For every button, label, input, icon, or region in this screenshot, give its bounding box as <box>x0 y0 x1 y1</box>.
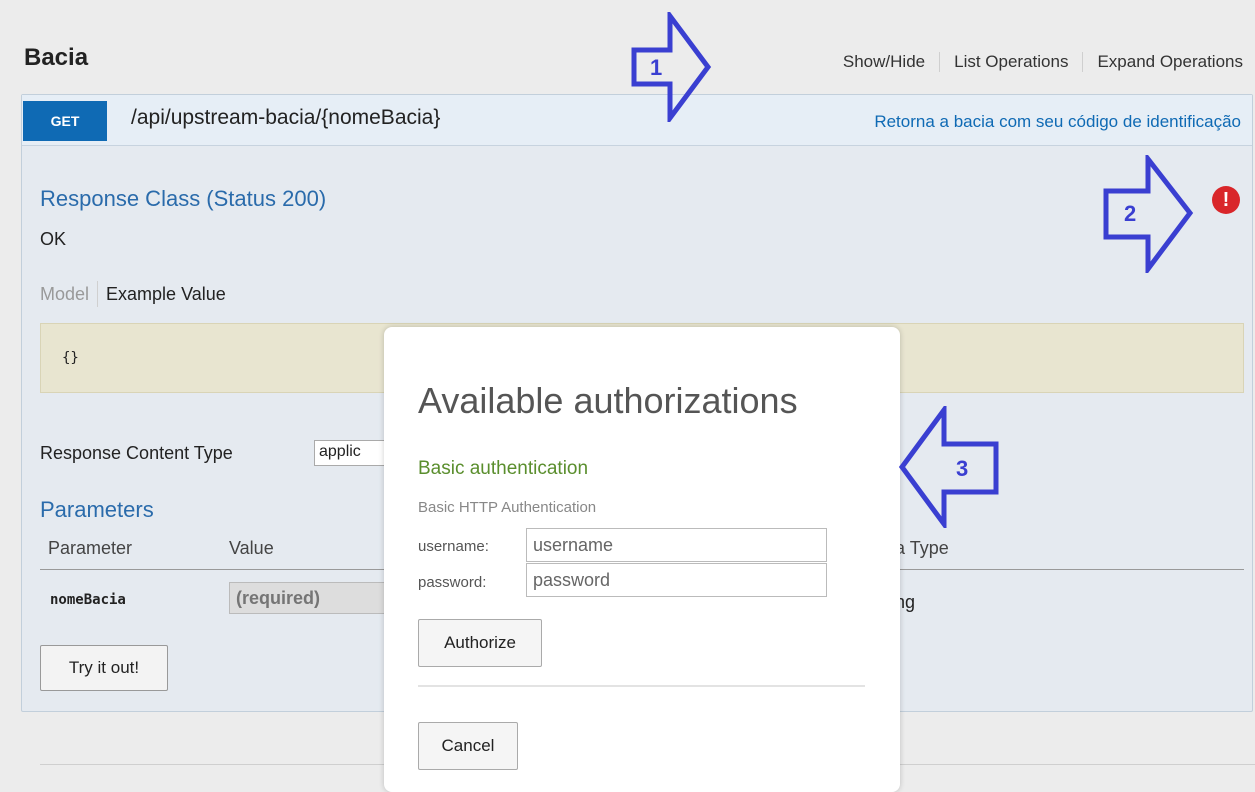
annotation-number-1: 1 <box>650 55 662 80</box>
annotation-number-3: 3 <box>956 456 968 481</box>
link-separator <box>1082 52 1084 72</box>
password-label: password: <box>418 574 487 591</box>
example-value-code: {} <box>62 350 79 366</box>
show-hide-link[interactable]: Show/Hide <box>843 52 925 72</box>
expand-operations-link[interactable]: Expand Operations <box>1097 52 1243 72</box>
auth-scheme-description: Basic HTTP Authentication <box>418 499 597 516</box>
link-separator <box>939 52 941 72</box>
exclamation-circle-icon[interactable]: ! <box>1212 186 1240 214</box>
password-input[interactable] <box>526 563 827 597</box>
tab-model[interactable]: Model <box>40 284 89 305</box>
tab-example-value[interactable]: Example Value <box>106 284 226 305</box>
tab-separator <box>97 281 99 307</box>
resource-title[interactable]: Bacia <box>24 44 88 72</box>
modal-divider <box>418 685 865 687</box>
resource-links: Show/Hide List Operations Expand Operati… <box>843 52 1243 72</box>
response-content-type-label: Response Content Type <box>40 443 233 463</box>
model-tabs: Model Example Value <box>40 281 226 307</box>
try-it-out-button[interactable]: Try it out! <box>40 645 168 691</box>
annotation-number-2: 2 <box>1124 201 1136 226</box>
parameters-title: Parameters <box>40 497 154 522</box>
auth-scheme-name: Basic authentication <box>418 458 589 479</box>
cancel-button[interactable]: Cancel <box>418 722 518 770</box>
annotation-arrow-2: 2 <box>1102 155 1194 273</box>
response-class-title: Response Class (Status 200) <box>40 186 327 211</box>
param-header-parameter: Parameter <box>48 538 133 558</box>
param-value-input[interactable] <box>229 582 399 614</box>
modal-title: Available authorizations <box>418 380 798 421</box>
param-name: nomeBacia <box>50 592 126 608</box>
operation-summary[interactable]: Retorna a bacia com seu código de identi… <box>874 112 1241 132</box>
response-content-type-select[interactable]: applic <box>314 440 394 466</box>
authorize-button[interactable]: Authorize <box>418 619 542 667</box>
username-input[interactable] <box>526 528 827 562</box>
list-operations-link[interactable]: List Operations <box>954 52 1068 72</box>
param-header-value: Value <box>229 538 274 558</box>
annotation-arrow-1: 1 <box>630 12 712 122</box>
annotation-arrow-3: 3 <box>898 406 1000 528</box>
response-status-text: OK <box>40 229 67 249</box>
operation-path[interactable]: /api/upstream-bacia/{nomeBacia} <box>131 106 440 130</box>
http-method-badge[interactable]: GET <box>23 101 107 141</box>
username-label: username: <box>418 538 489 555</box>
